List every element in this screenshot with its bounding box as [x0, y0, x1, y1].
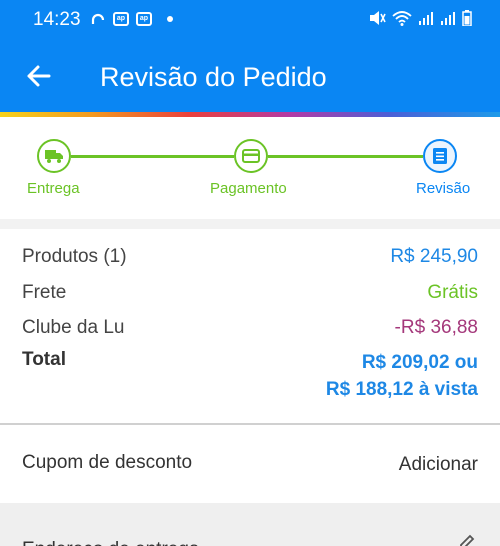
step-label-entrega: Entrega [27, 180, 80, 197]
document-icon [433, 148, 447, 164]
edit-icon[interactable] [458, 533, 476, 546]
app-bar: Revisão do Pedido [0, 38, 500, 112]
total-installments: R$ 209,02 ou [361, 352, 478, 373]
step-connector [71, 155, 234, 158]
summary-row-shipping: Frete Grátis [22, 282, 478, 304]
total-value: R$ 209,02 ou R$ 188,12 à vista [326, 349, 478, 403]
coupon-row[interactable]: Cupom de desconto Adicionar [0, 425, 500, 503]
signal-icon [441, 12, 455, 25]
page-title: Revisão do Pedido [100, 62, 327, 92]
total-cash: R$ 188,12 à vista [325, 379, 478, 400]
signal-icon [419, 12, 433, 25]
step-label-revisao: Revisão [416, 180, 471, 197]
status-notification-icons: ap ap [90, 11, 173, 27]
summary-row-products: Produtos (1) R$ 245,90 [22, 246, 478, 268]
next-section: Endereço de entrega [0, 503, 500, 546]
app-icon: ap [136, 12, 152, 26]
arrow-left-icon [27, 65, 51, 87]
coupon-label: Cupom de desconto [22, 452, 193, 473]
mute-icon [370, 11, 386, 25]
add-coupon-button[interactable]: Adicionar [399, 454, 478, 476]
step-label-pagamento: Pagamento [210, 180, 287, 197]
credit-card-icon [242, 149, 260, 163]
shipping-value: Grátis [427, 282, 478, 303]
back-button[interactable] [22, 59, 56, 93]
step-revisao[interactable] [423, 139, 457, 173]
products-label: Produtos (1) [22, 246, 127, 267]
dot-icon [167, 16, 173, 22]
step-pagamento[interactable] [234, 139, 268, 173]
sync-icon [91, 13, 105, 24]
status-system-icons [368, 10, 472, 26]
battery-icon [462, 10, 472, 26]
step-connector [268, 155, 423, 158]
club-label: Clube da Lu [22, 317, 125, 338]
total-label: Total [22, 349, 66, 370]
step-entrega[interactable] [37, 139, 71, 173]
status-bar: 14:23 ap ap [0, 0, 500, 38]
next-section-title: Endereço de entrega [22, 539, 199, 546]
status-time: 14:23 [33, 9, 81, 30]
checkout-stepper: Entrega Pagamento Revisão [0, 117, 500, 219]
summary-row-total: Total R$ 209,02 ou R$ 188,12 à vista [22, 349, 478, 403]
summary-row-club: Clube da Lu -R$ 36,88 [22, 317, 478, 339]
shipping-label: Frete [22, 282, 67, 303]
club-value: -R$ 36,88 [394, 317, 478, 338]
order-summary: Produtos (1) R$ 245,90 Frete Grátis Club… [0, 229, 500, 423]
truck-icon [45, 150, 63, 163]
app-icon: ap [113, 12, 129, 26]
products-value: R$ 245,90 [390, 246, 478, 267]
wifi-icon [392, 11, 412, 26]
